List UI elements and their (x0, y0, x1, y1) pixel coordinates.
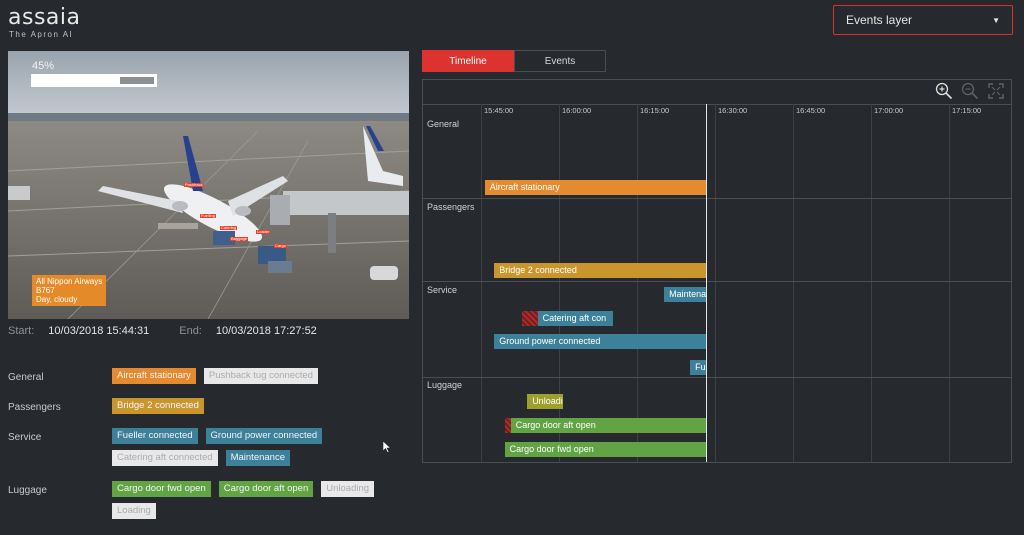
legend-group-label: Luggage (8, 485, 47, 496)
legend-chip-toggle[interactable]: Bridge 2 connected (112, 398, 204, 414)
camera-video[interactable]: 45% Pushback Fuelling Catering Loader Ba… (8, 51, 409, 319)
time-tick-label: 16:00:00 (562, 106, 592, 115)
event-bar[interactable]: Unloadi (527, 394, 563, 409)
event-bar[interactable]: Cargo door aft open (510, 418, 706, 433)
time-gridline (949, 104, 950, 462)
flight-airline: All Nippon Airways (36, 277, 103, 286)
time-range: Start: 10/03/2018 15:44:31 End: 10/03/20… (8, 325, 343, 337)
legend-chip-toggle[interactable]: Loading (112, 503, 156, 519)
layer-dropdown[interactable]: Events layer ▼ (833, 5, 1013, 35)
fit-to-view-icon[interactable] (987, 82, 1005, 100)
time-tick-label: 17:00:00 (874, 106, 904, 115)
time-gridline (793, 104, 794, 462)
time-tick-label: 17:15:00 (952, 106, 982, 115)
time-tick-label: 16:45:00 (796, 106, 826, 115)
legend-chip-toggle[interactable]: Ground power connected (205, 428, 323, 444)
legend-chips: Aircraft stationary Pushback tug connecte… (112, 368, 402, 384)
legend-group-label: General (8, 372, 44, 383)
legend-group-label: Service (8, 432, 42, 443)
view-tabs: Timeline Events (422, 50, 606, 72)
start-label: Start: (8, 325, 35, 337)
legend-group-label: Passengers (8, 402, 61, 413)
start-time: 10/03/2018 15:44:31 (48, 325, 150, 337)
time-tick-label: 16:15:00 (640, 106, 670, 115)
flight-conditions: Day, cloudy (36, 295, 78, 304)
detection-label: Baggage (230, 236, 249, 241)
playback-progress-bar[interactable] (31, 74, 157, 87)
event-bar[interactable]: Catering aft con (537, 311, 613, 326)
event-bar-pending (522, 311, 538, 326)
current-time-marker[interactable] (705, 104, 707, 462)
legend-chip-toggle[interactable]: Cargo door fwd open (112, 481, 211, 497)
detection-label: Pushback (184, 182, 204, 187)
tab-timeline[interactable]: Timeline (422, 50, 514, 72)
time-gridline (637, 104, 638, 462)
legend-chip-toggle[interactable]: Fueller connected (112, 428, 198, 444)
legend-chip-toggle[interactable]: Cargo door aft open (218, 481, 314, 497)
lane-divider (423, 377, 1011, 378)
mouse-cursor-icon (383, 441, 391, 453)
time-gridline (871, 104, 872, 462)
brand-name: assaia (8, 5, 81, 30)
event-bar[interactable]: Cargo door fwd open (504, 442, 706, 457)
lane-divider (423, 281, 1011, 282)
lane-label-general: General (427, 119, 460, 129)
legend-chip-toggle[interactable]: Unloading (321, 481, 375, 497)
playback-progress-label: 45% (32, 60, 55, 72)
legend-chip-toggle[interactable]: Catering aft connected (112, 450, 218, 466)
caret-down-icon: ▼ (992, 15, 1000, 25)
event-bar[interactable]: Bridge 2 connected (494, 263, 706, 278)
timeline-header-divider (423, 104, 1011, 105)
event-bar[interactable]: Maintenan (664, 287, 706, 302)
legend-chips: Cargo door fwd open Cargo door aft open Un… (112, 481, 402, 519)
events-timeline[interactable]: 15:45:00 16:00:00 16:15:00 16:30:00 16:45:00… (422, 79, 1012, 463)
lane-label-passengers: Passengers (427, 202, 475, 212)
end-label: End: (179, 325, 202, 337)
brand-tagline: The Apron AI (9, 30, 74, 39)
legend-chip-toggle[interactable]: Aircraft stationary (112, 368, 196, 384)
flight-aircraft-type: B767 (36, 286, 55, 295)
zoom-out-icon[interactable] (961, 82, 979, 100)
detection-label: Fuelling (200, 213, 217, 218)
brand-logo: assaia The Apron AI (8, 5, 81, 40)
tab-events[interactable]: Events (514, 50, 606, 72)
detection-label: Loader (256, 229, 271, 234)
event-bar[interactable]: Fuell (690, 360, 706, 375)
lane-label-luggage: Luggage (427, 380, 463, 390)
time-tick-label: 15:45:00 (484, 106, 514, 115)
legend-chip-toggle[interactable]: Maintenance (225, 450, 290, 466)
zoom-controls (935, 82, 1005, 100)
legend-chips: Bridge 2 connected (112, 398, 402, 414)
layer-dropdown-value: Events layer (846, 13, 913, 27)
lane-label-service: Service (427, 285, 458, 295)
event-bar[interactable]: Ground power connected (494, 334, 706, 349)
time-gridline (481, 104, 482, 462)
lane-divider (423, 198, 1011, 199)
end-time: 10/03/2018 17:27:52 (215, 325, 317, 337)
event-bar[interactable]: Aircraft stationary (484, 180, 706, 195)
legend-chip-toggle[interactable]: Pushback tug connected (203, 368, 318, 384)
playback-progress-remaining (120, 77, 154, 84)
zoom-in-icon[interactable] (935, 82, 953, 100)
legend-chips: Fueller connected Ground power connected C… (112, 428, 402, 466)
time-gridline (715, 104, 716, 462)
flight-info-box: All Nippon Airways B767 Day, cloudy (32, 275, 107, 306)
detection-label: Catering (220, 225, 238, 230)
detection-label: Cargo (274, 243, 287, 248)
time-tick-label: 16:30:00 (718, 106, 748, 115)
